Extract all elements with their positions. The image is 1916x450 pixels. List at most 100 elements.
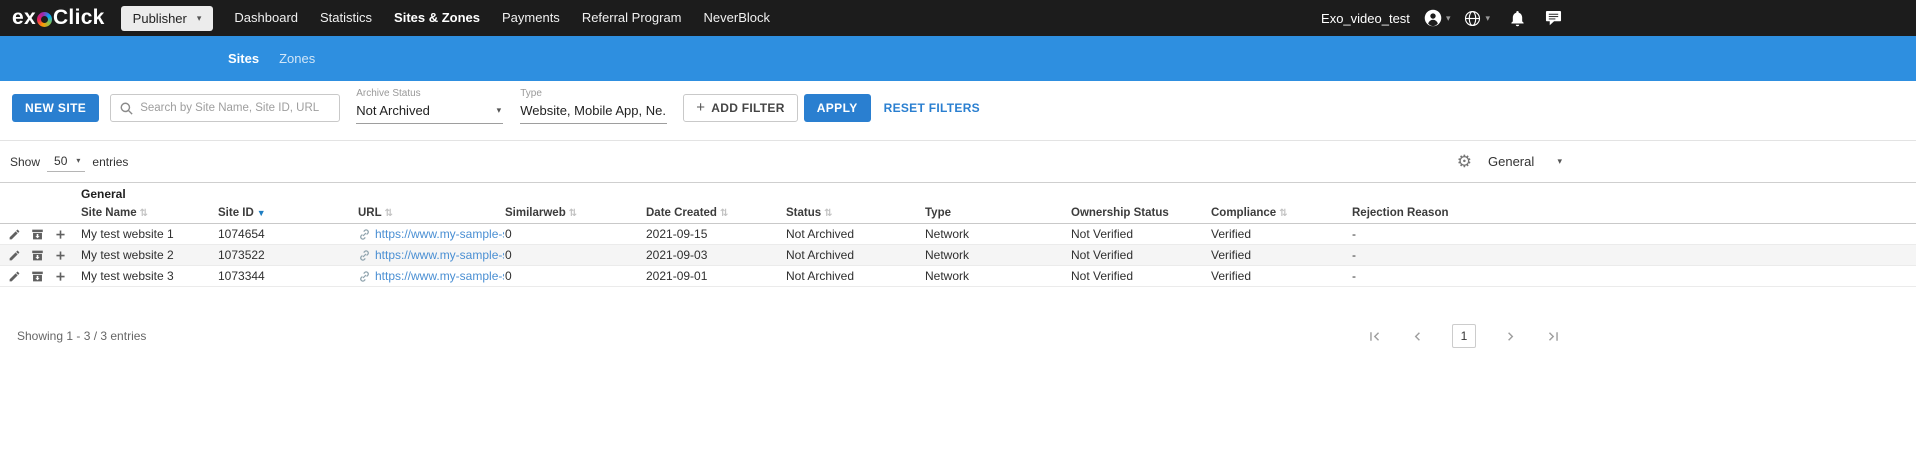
archive-status-filter[interactable]: Archive Status Not Archived ▾ xyxy=(356,88,503,124)
reset-filters-link[interactable]: RESET FILTERS xyxy=(884,94,980,122)
col-header-url[interactable]: URL⇅ xyxy=(357,203,504,224)
add-zone-plus-icon[interactable] xyxy=(54,228,67,241)
cell-site-name: My test website 3 xyxy=(80,266,217,287)
col-header-ownership-status: Ownership Status xyxy=(1070,203,1210,224)
sort-icon: ⇅ xyxy=(140,208,148,219)
edit-pencil-icon[interactable] xyxy=(8,249,21,262)
username[interactable]: Exo_video_test xyxy=(1321,11,1410,26)
account-menu[interactable]: ▾ xyxy=(1424,9,1451,27)
chevron-down-icon: ▾ xyxy=(1557,157,1562,166)
table-controls: Show 50 ▾ entries ⚙ General ▾ xyxy=(0,141,1916,182)
cell-compliance: Verified xyxy=(1210,245,1351,266)
archive-icon[interactable] xyxy=(31,270,44,283)
table-row: My test website 3 1073344 https://www.my… xyxy=(0,266,1916,287)
cell-ownership-status: Not Verified xyxy=(1070,245,1210,266)
cell-type: Network xyxy=(924,245,1070,266)
sort-icon: ⇅ xyxy=(385,208,393,219)
site-url-link[interactable]: https://www.my-sample-sit... xyxy=(375,248,504,262)
column-group-general: General xyxy=(80,183,1916,203)
add-zone-plus-icon[interactable] xyxy=(54,270,67,283)
logo-o-icon xyxy=(37,12,52,27)
sites-table: General Site Name⇅ Site ID▼ URL⇅ Similar… xyxy=(0,182,1916,287)
site-url-link[interactable]: https://www.my-sample-sit... xyxy=(375,269,504,283)
archive-status-label: Archive Status xyxy=(356,88,503,100)
type-filter-label: Type xyxy=(520,88,667,100)
cell-type: Network xyxy=(924,224,1070,245)
col-header-date-created[interactable]: Date Created⇅ xyxy=(645,203,785,224)
cell-rejection-reason: - xyxy=(1351,224,1916,245)
search-icon xyxy=(119,101,134,116)
cell-site-id: 1073522 xyxy=(217,245,357,266)
logo-text-click: Click xyxy=(53,6,105,30)
cell-site-name: My test website 2 xyxy=(80,245,217,266)
cell-status: Not Archived xyxy=(785,245,924,266)
cell-status: Not Archived xyxy=(785,266,924,287)
cell-type: Network xyxy=(924,266,1070,287)
nav-referral-program[interactable]: Referral Program xyxy=(571,0,693,36)
chevron-down-icon: ▾ xyxy=(76,157,80,165)
topbar-right-cluster: Exo_video_test ▾ ▾ xyxy=(1321,9,1562,27)
cell-compliance: Verified xyxy=(1210,224,1351,245)
edit-pencil-icon[interactable] xyxy=(8,270,21,283)
cell-site-name: My test website 1 xyxy=(80,224,217,245)
site-url-link[interactable]: https://www.my-sample-sit... xyxy=(375,227,504,241)
col-header-rejection-reason: Rejection Reason xyxy=(1351,203,1916,224)
search-input[interactable] xyxy=(140,102,331,114)
nav-sites-and-zones[interactable]: Sites & Zones xyxy=(383,0,491,36)
sort-icon: ⇅ xyxy=(1279,208,1287,219)
column-view-select[interactable]: General ▾ xyxy=(1488,154,1562,169)
first-page-button[interactable] xyxy=(1366,328,1383,345)
showing-entries-text: Showing 1 - 3 / 3 entries xyxy=(17,329,146,343)
avatar-icon xyxy=(1424,9,1442,27)
page-size-select[interactable]: 50 ▾ xyxy=(47,152,85,172)
col-header-compliance[interactable]: Compliance⇅ xyxy=(1210,203,1351,224)
notifications-bell-icon[interactable] xyxy=(1510,10,1525,27)
nav-dashboard[interactable]: Dashboard xyxy=(223,0,309,36)
column-group-row: General xyxy=(0,183,1916,203)
add-zone-plus-icon[interactable] xyxy=(54,249,67,262)
current-page[interactable]: 1 xyxy=(1452,324,1476,348)
add-filter-button[interactable]: + ADD FILTER xyxy=(683,94,798,122)
nav-neverblock[interactable]: NeverBlock xyxy=(693,0,781,36)
link-icon xyxy=(358,249,371,262)
language-menu[interactable]: ▾ xyxy=(1464,10,1490,27)
top-navigation-bar: ex Click Publisher ▾ Dashboard Statistic… xyxy=(0,0,1916,36)
col-header-status[interactable]: Status⇅ xyxy=(785,203,924,224)
table-footer: Showing 1 - 3 / 3 entries 1 xyxy=(0,321,1916,351)
role-selector-publisher[interactable]: Publisher ▾ xyxy=(121,6,214,31)
type-filter[interactable]: Type Website, Mobile App, Ne... ▾ xyxy=(520,88,667,124)
chevron-down-icon: ▾ xyxy=(197,14,202,23)
archive-icon[interactable] xyxy=(31,228,44,241)
previous-page-button[interactable] xyxy=(1409,328,1426,345)
main-nav: Dashboard Statistics Sites & Zones Payme… xyxy=(223,0,781,36)
cell-site-id: 1074654 xyxy=(217,224,357,245)
sort-desc-icon: ▼ xyxy=(257,208,266,218)
table-row: My test website 1 1074654 https://www.my… xyxy=(0,224,1916,245)
cell-rejection-reason: - xyxy=(1351,266,1916,287)
cell-site-id: 1073344 xyxy=(217,266,357,287)
next-page-button[interactable] xyxy=(1502,328,1519,345)
col-header-type: Type xyxy=(924,203,1070,224)
filter-bar: NEW SITE Archive Status Not Archived ▾ T… xyxy=(0,81,1916,141)
tab-sites[interactable]: Sites xyxy=(218,36,269,81)
new-site-button[interactable]: NEW SITE xyxy=(12,94,99,122)
archive-icon[interactable] xyxy=(31,249,44,262)
col-header-site-id[interactable]: Site ID▼ xyxy=(217,203,357,224)
cell-compliance: Verified xyxy=(1210,266,1351,287)
nav-payments[interactable]: Payments xyxy=(491,0,571,36)
edit-pencil-icon[interactable] xyxy=(8,228,21,241)
col-header-site-name[interactable]: Site Name⇅ xyxy=(80,203,217,224)
tab-zones[interactable]: Zones xyxy=(269,36,325,81)
cell-date-created: 2021-09-01 xyxy=(645,266,785,287)
cell-ownership-status: Not Verified xyxy=(1070,224,1210,245)
cell-date-created: 2021-09-03 xyxy=(645,245,785,266)
last-page-button[interactable] xyxy=(1545,328,1562,345)
chat-icon[interactable] xyxy=(1545,10,1562,26)
apply-button[interactable]: APPLY xyxy=(804,94,871,122)
nav-statistics[interactable]: Statistics xyxy=(309,0,383,36)
search-box[interactable] xyxy=(110,94,340,122)
gear-icon[interactable]: ⚙ xyxy=(1457,153,1472,170)
col-header-similarweb[interactable]: Similarweb⇅ xyxy=(504,203,645,224)
cell-url: https://www.my-sample-sit... xyxy=(357,224,504,245)
sort-icon: ⇅ xyxy=(569,208,577,219)
